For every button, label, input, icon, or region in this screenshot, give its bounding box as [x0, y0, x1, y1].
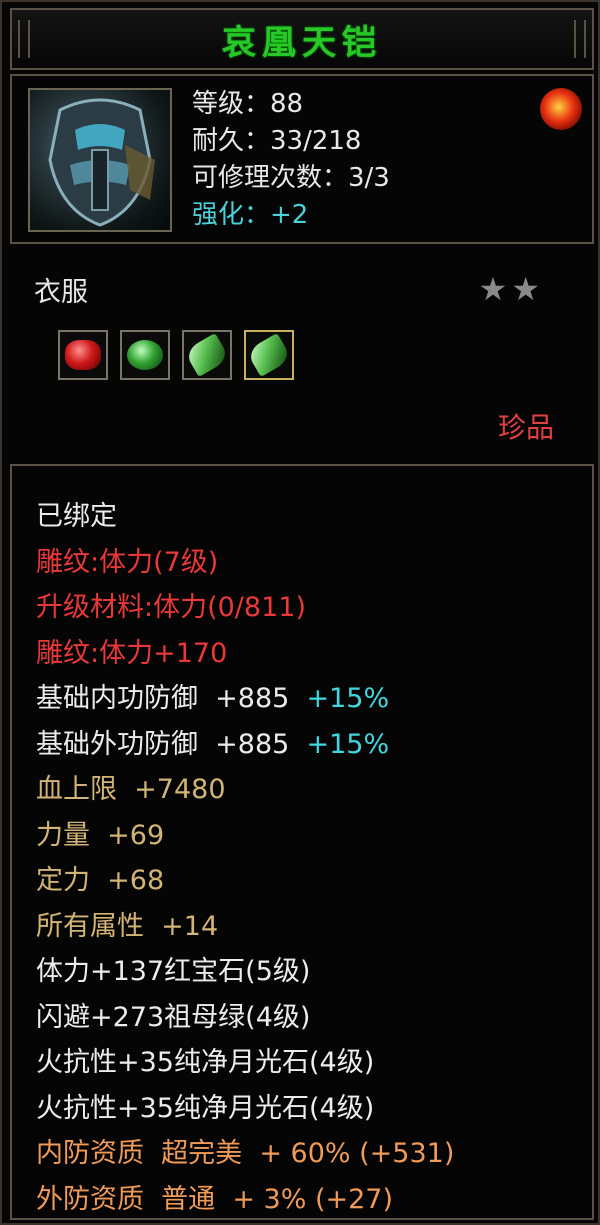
moonstone-gem-icon — [245, 333, 293, 377]
emerald-gem-icon — [127, 340, 163, 370]
ruby-gem-icon — [65, 340, 101, 370]
bound-status: 已绑定 — [36, 501, 117, 532]
attributes-panel: 已绑定 雕纹:体力(7级) 升级材料:体力(0/811) 雕纹:体力+170 基… — [10, 464, 594, 1220]
gem-slot[interactable] — [244, 330, 294, 380]
durability-stat: 耐久：33/218 — [192, 126, 362, 156]
star-rating: ★★ — [478, 270, 544, 308]
item-type: 衣服 — [34, 277, 88, 308]
inner-defense-percent: +15% — [306, 683, 390, 714]
attribute-list: 已绑定 雕纹:体力(7级) 升级材料:体力(0/811) 雕纹:体力+170 基… — [36, 494, 454, 1222]
all-attributes-line: 所有属性 +14 — [36, 910, 219, 942]
upgrade-material-line: 升级材料:体力(0/811) — [36, 592, 306, 623]
hp-line: 血上限 +7480 — [36, 774, 226, 805]
outer-defense-percent: +15% — [306, 728, 390, 760]
inner-defense-value: 基础内功防御 +885 — [36, 683, 290, 714]
focus-line: 定力 +68 — [36, 865, 165, 896]
level-stat: 等级：88 — [192, 89, 304, 119]
repair-count-stat: 可修理次数：3/3 — [192, 163, 390, 193]
enhance-stat: 强化：+2 — [192, 200, 309, 230]
armor-portrait-icon — [28, 88, 172, 232]
gem-slot[interactable] — [182, 330, 232, 380]
inner-aptitude-line: 内防资质 超完美 + 60% (+531) — [36, 1138, 455, 1169]
gem-slot[interactable] — [120, 330, 170, 380]
gem-slot[interactable] — [58, 330, 108, 380]
engrave-bonus-line: 雕纹:体力+170 — [36, 637, 228, 669]
gem-bonus-line: 火抗性+35纯净月光石(4级) — [36, 1092, 375, 1124]
moonstone-gem-icon — [183, 333, 231, 377]
item-name: 哀凰天铠 — [222, 22, 382, 63]
quality-label: 珍品 — [497, 411, 554, 444]
inner-defense-line: 基础内功防御 +885 +15% — [36, 676, 454, 722]
outer-defense-line: 基础外功防御 +885 +15% — [36, 722, 454, 768]
item-summary: 衣服 ★★ 珍品 — [10, 248, 594, 458]
item-stats: 等级：88 耐久：33/218 可修理次数：3/3 强化：+2 — [192, 86, 390, 234]
gem-slots — [58, 330, 294, 380]
item-tooltip: 哀凰天铠 等级：88 耐久：33/218 可修理次数：3/3 强化：+2 衣服 … — [0, 0, 600, 1225]
strength-line: 力量 +69 — [36, 819, 165, 851]
gem-bonus-line: 火抗性+35纯净月光石(4级) — [36, 1047, 375, 1078]
fire-emblem-icon — [540, 88, 582, 130]
gem-bonus-line: 闪避+273祖母绿(4级) — [36, 1001, 311, 1033]
gem-bonus-line: 体力+137红宝石(5级) — [36, 956, 311, 987]
engrave-line: 雕纹:体力(7级) — [36, 546, 219, 578]
item-info-panel: 等级：88 耐久：33/218 可修理次数：3/3 强化：+2 — [10, 74, 594, 244]
outer-defense-value: 基础外功防御 +885 — [36, 728, 290, 760]
title-bar: 哀凰天铠 — [10, 8, 594, 70]
outer-aptitude-line: 外防资质 普通 + 3% (+27) — [36, 1183, 393, 1215]
